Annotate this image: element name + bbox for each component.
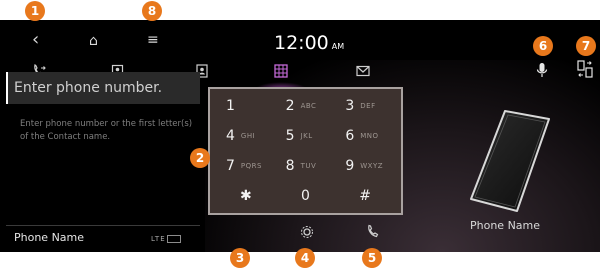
key-digit: 0 (301, 188, 310, 204)
key-7[interactable]: 7 PQRS (216, 151, 276, 181)
key-digit: 4 (226, 128, 235, 144)
head-unit-screen: ‹ ⌂ ≡ 12:00 AM Enter phone number. Enter… (0, 20, 600, 252)
key-digit: ✱ (239, 188, 252, 204)
phone-number-field[interactable]: Enter phone number. (6, 72, 200, 104)
key-letters: ABC (300, 102, 317, 110)
switch-phone-button[interactable] (577, 60, 593, 78)
key-2[interactable]: 2 ABC (276, 91, 336, 121)
microphone-icon (536, 63, 548, 77)
callout-badge-8: 8 (142, 1, 162, 21)
clock-ampm: AM (331, 42, 345, 51)
back-icon[interactable]: ‹ (32, 31, 39, 49)
key-digit: 5 (285, 128, 295, 144)
home-icon[interactable]: ⌂ (89, 34, 98, 48)
key-9[interactable]: 9 WXYZ (335, 151, 395, 181)
key-digit: 1 (226, 98, 235, 114)
key-digit: 7 (226, 158, 235, 174)
menu-icon[interactable]: ≡ (147, 33, 159, 47)
key-0[interactable]: 0 (276, 181, 336, 211)
keypad-icon (274, 64, 288, 78)
key-letters: GHI (240, 132, 256, 140)
voice-recognition-button[interactable] (535, 62, 549, 78)
key-digit: 9 (345, 158, 355, 174)
key-letters: DEF (360, 102, 376, 110)
phone-number-placeholder: Enter phone number. (14, 80, 163, 96)
callout-badge-1: 1 (25, 1, 45, 21)
key-digit: 3 (345, 98, 355, 114)
envelope-icon (356, 65, 370, 77)
clock: 12:00 AM (274, 33, 344, 57)
delete-button[interactable] (233, 225, 247, 239)
callout-badge-5: 5 (362, 248, 382, 268)
key-letters: TUV (300, 162, 317, 170)
key-letters: MNO (360, 132, 379, 140)
key-5[interactable]: 5 JKL (276, 121, 336, 151)
input-hint-text: Enter phone number or the first letter(s… (20, 119, 193, 142)
key-hash[interactable]: # (335, 181, 395, 211)
key-digit: 8 (285, 158, 295, 174)
callout-badge-7: 7 (576, 36, 596, 56)
phone-handset-icon (368, 224, 379, 238)
dial-keypad: 1 2 ABC 3 DEF 4 GHI 5 JKL 6 MNO 7 PQRS 8 TUV 9 WXYZ ✱ 0 # (208, 87, 403, 215)
key-letters: JKL (300, 132, 313, 140)
gear-icon (301, 226, 313, 238)
phone-switch-icon (577, 60, 593, 78)
messages-tab[interactable] (350, 60, 376, 82)
battery-icon (167, 235, 181, 243)
phone-device-image (470, 110, 550, 212)
key-star[interactable]: ✱ (216, 181, 276, 211)
key-4[interactable]: 4 GHI (216, 121, 276, 151)
call-button[interactable] (366, 224, 380, 241)
key-6[interactable]: 6 MNO (335, 121, 395, 151)
key-letters: PQRS (240, 162, 262, 170)
callout-badge-4: 4 (295, 248, 315, 268)
key-digit: 2 (285, 98, 295, 114)
key-digit: # (359, 188, 372, 204)
device-name-label: Phone Name (470, 219, 541, 232)
callout-badge-6: 6 (533, 36, 553, 56)
key-8[interactable]: 8 TUV (276, 151, 336, 181)
key-letters: WXYZ (360, 162, 384, 170)
signal-strength-icon: LTE (151, 235, 166, 243)
key-digit: 6 (345, 128, 355, 144)
key-1[interactable]: 1 (216, 91, 276, 121)
settings-button[interactable] (300, 225, 314, 242)
callout-badge-2: 2 (190, 148, 210, 168)
callout-badge-3: 3 (230, 248, 250, 268)
clock-time: 12:00 (274, 32, 329, 54)
keypad-tab[interactable] (254, 60, 308, 90)
bottom-divider (6, 225, 200, 226)
key-3[interactable]: 3 DEF (335, 91, 395, 121)
connected-phone-name: Phone Name (14, 231, 85, 244)
